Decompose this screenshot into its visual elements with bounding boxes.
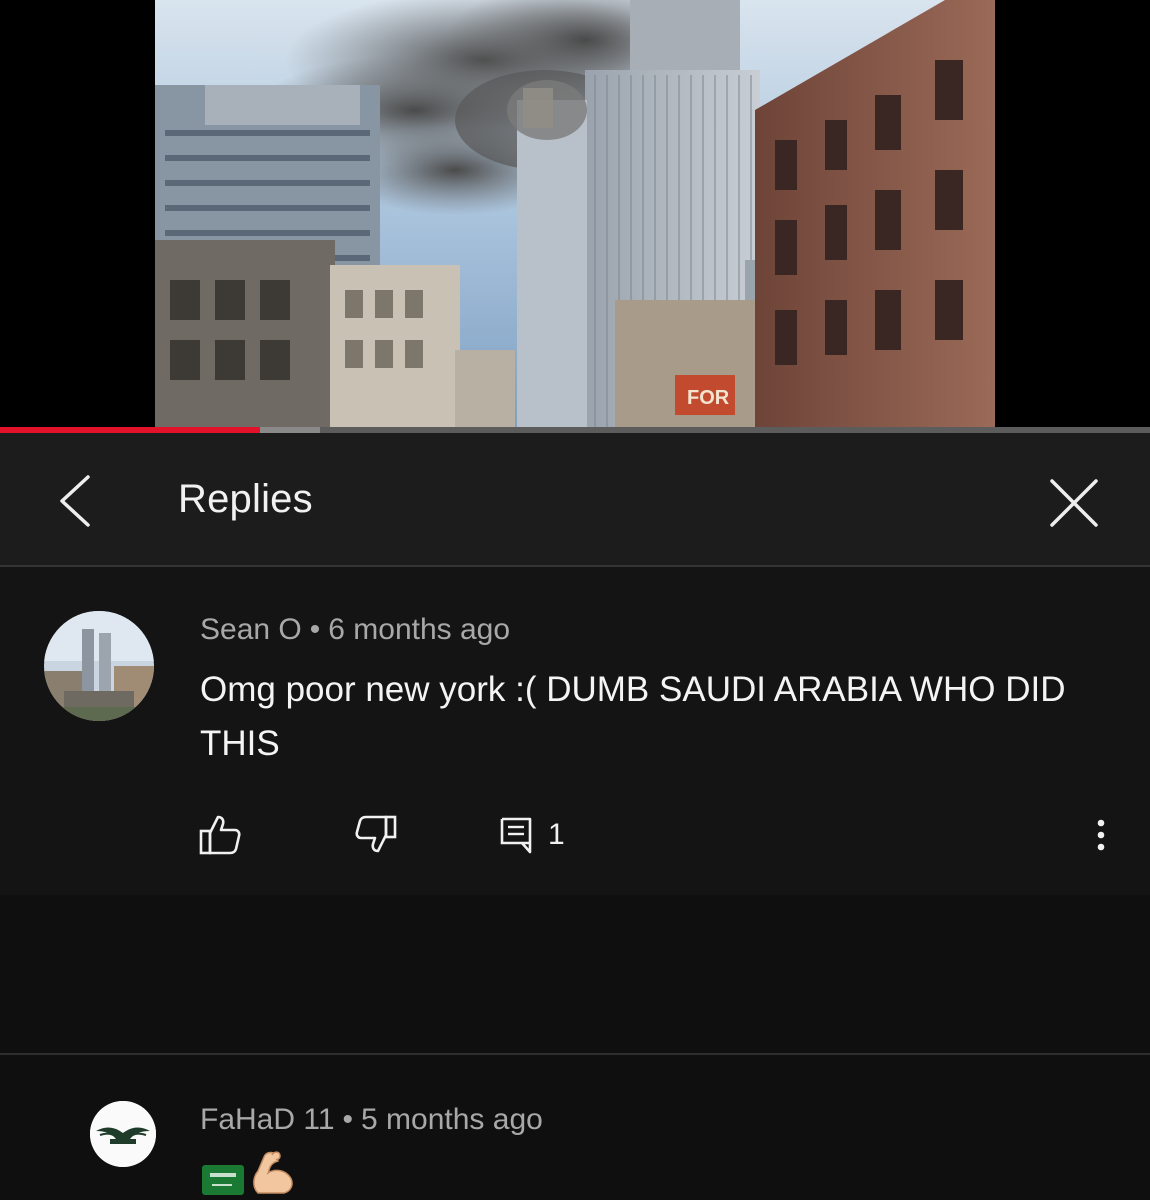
thumbs-down-icon	[355, 815, 397, 853]
reply-time: 5 months ago	[361, 1103, 543, 1136]
reply-author[interactable]: FaHaD 11	[200, 1103, 335, 1136]
saudi-flag-icon	[202, 1165, 244, 1195]
twin-towers-avatar-icon	[44, 611, 154, 721]
more-vert-icon	[1097, 819, 1105, 851]
more-options-button[interactable]	[1086, 811, 1116, 859]
video-player[interactable]: FOR	[0, 0, 1150, 433]
header-title: Replies	[178, 477, 313, 521]
video-frame[interactable]: FOR	[155, 0, 995, 428]
winged-logo-avatar-icon	[90, 1101, 156, 1167]
dislike-button[interactable]	[354, 811, 398, 859]
reply-button[interactable]: 1	[498, 811, 565, 859]
reply-meta: FaHaD 11 • 5 months ago	[200, 1103, 543, 1137]
comment-author[interactable]: Sean O	[200, 613, 302, 646]
chevron-left-icon	[60, 475, 90, 527]
thumbs-up-icon	[199, 815, 241, 855]
spacer	[0, 895, 1150, 1053]
replies-header: Replies	[0, 433, 1150, 567]
video-thumbnail: FOR	[155, 0, 995, 428]
flexed-biceps-icon	[253, 1151, 293, 1194]
for-sign-text: FOR	[687, 387, 730, 409]
comment-meta: Sean O • 6 months ago	[200, 613, 510, 647]
reply-icon	[500, 817, 532, 854]
avatar[interactable]	[44, 611, 154, 721]
meta-separator: •	[309, 613, 321, 646]
reply-avatar[interactable]	[90, 1101, 156, 1167]
comment: Sean O • 6 months ago Omg poor new york :(…	[0, 567, 1150, 895]
meta-separator: •	[342, 1103, 354, 1136]
reply-count: 1	[548, 818, 565, 851]
close-icon	[1050, 479, 1098, 527]
close-button[interactable]	[1048, 477, 1100, 529]
reply-comment: FaHaD 11 • 5 months ago	[0, 1055, 1150, 1200]
reply-emojis	[202, 1147, 296, 1195]
comment-time: 6 months ago	[328, 613, 511, 646]
like-button[interactable]	[198, 811, 242, 859]
comment-text: Omg poor new york :( DUMB SAUDI ARABIA W…	[200, 670, 1066, 763]
back-button[interactable]	[52, 473, 100, 529]
